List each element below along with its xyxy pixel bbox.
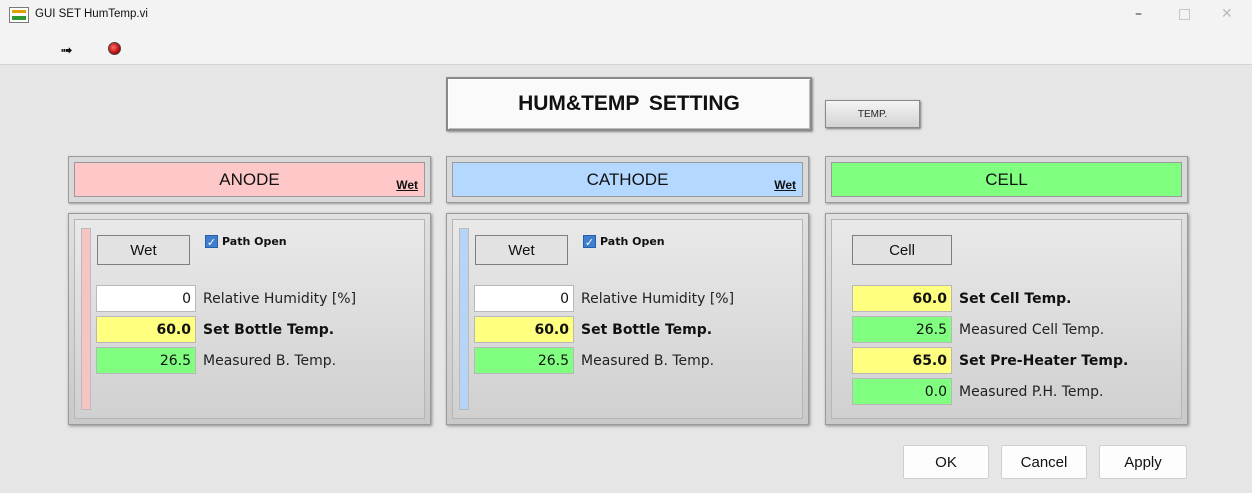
- cathode-header-bar: CATHODE Wet: [452, 162, 803, 197]
- anode-panel-body: Wet ✓ Path Open 0 Relative Humidity [%] …: [74, 219, 425, 419]
- cell-mode-button[interactable]: Cell: [852, 235, 952, 265]
- cell-header-label: CELL: [985, 169, 1028, 189]
- anode-color-stripe: [81, 228, 91, 410]
- cathode-path-open-checkbox[interactable]: ✓ Path Open: [583, 235, 665, 249]
- anode-wet-button[interactable]: Wet: [97, 235, 190, 265]
- cell-header-bar: CELL: [831, 162, 1182, 197]
- cathode-measured-field: 26.5: [474, 347, 574, 374]
- cell-set-temp-field[interactable]: 60.0: [852, 285, 952, 312]
- anode-measured-field: 26.5: [96, 347, 196, 374]
- minimize-button[interactable]: –: [1135, 6, 1142, 22]
- window-title: GUI SET HumTemp.vi: [35, 8, 148, 20]
- cell-set-preheater-label: Set Pre-Heater Temp.: [959, 352, 1129, 369]
- cathode-set-bottle-row: 60.0 Set Bottle Temp.: [474, 315, 712, 344]
- cathode-measured-row: 26.5 Measured B. Temp.: [474, 346, 714, 375]
- cell-set-temp-row: 60.0 Set Cell Temp.: [852, 284, 1072, 313]
- cathode-measured-label: Measured B. Temp.: [581, 352, 715, 369]
- ok-button[interactable]: OK: [903, 445, 989, 479]
- anode-set-bottle-label: Set Bottle Temp.: [203, 321, 335, 338]
- cathode-rh-row: 0 Relative Humidity [%]: [474, 284, 734, 313]
- cathode-set-bottle-field[interactable]: 60.0: [474, 316, 574, 343]
- cathode-mode-tag: Wet: [774, 178, 796, 192]
- checkbox-checked-icon: ✓: [583, 235, 596, 249]
- cathode-rh-label: Relative Humidity [%]: [581, 290, 735, 307]
- vi-toolbar: [0, 38, 1252, 65]
- anode-path-open-label: Path Open: [222, 235, 287, 248]
- cell-set-temp-label: Set Cell Temp.: [959, 290, 1072, 307]
- anode-rh-label: Relative Humidity [%]: [203, 290, 357, 307]
- anode-header-label: ANODE: [219, 169, 280, 189]
- maximize-button[interactable]: □: [1178, 6, 1191, 22]
- cell-header: CELL: [825, 156, 1188, 203]
- run-arrow-icon[interactable]: ➟: [60, 41, 73, 59]
- anode-mode-tag: Wet: [396, 178, 418, 192]
- page-title-text: HUM&TEMP SETTING: [518, 92, 740, 115]
- anode-path-open-checkbox[interactable]: ✓ Path Open: [205, 235, 287, 249]
- cathode-panel-body: Wet ✓ Path Open 0 Relative Humidity [%] …: [452, 219, 803, 419]
- anode-set-bottle-row: 60.0 Set Bottle Temp.: [96, 315, 334, 344]
- page-title: HUM&TEMP SETTING: [446, 77, 812, 131]
- cell-measured-ph-field: 0.0: [852, 378, 952, 405]
- close-button[interactable]: ✕: [1221, 6, 1233, 22]
- apply-button[interactable]: Apply: [1099, 445, 1187, 479]
- anode-measured-row: 26.5 Measured B. Temp.: [96, 346, 336, 375]
- cathode-rh-field[interactable]: 0: [474, 285, 574, 312]
- cathode-header-label: CATHODE: [586, 169, 669, 189]
- cathode-wet-button[interactable]: Wet: [475, 235, 568, 265]
- cathode-path-open-label: Path Open: [600, 235, 665, 248]
- cancel-button[interactable]: Cancel: [1001, 445, 1087, 479]
- window-titlebar: GUI SET HumTemp.vi – □ ✕: [0, 0, 1252, 38]
- cell-measured-temp-label: Measured Cell Temp.: [959, 321, 1105, 338]
- anode-rh-row: 0 Relative Humidity [%]: [96, 284, 356, 313]
- anode-measured-label: Measured B. Temp.: [203, 352, 337, 369]
- checkbox-checked-icon: ✓: [205, 235, 218, 249]
- temp-button[interactable]: TEMP.: [825, 100, 920, 128]
- anode-header: ANODE Wet: [68, 156, 431, 203]
- abort-stop-icon[interactable]: [108, 42, 121, 55]
- cathode-color-stripe: [459, 228, 469, 410]
- cell-measured-temp-row: 26.5 Measured Cell Temp.: [852, 315, 1104, 344]
- cell-set-preheater-row: 65.0 Set Pre-Heater Temp.: [852, 346, 1128, 375]
- cathode-panel: Wet ✓ Path Open 0 Relative Humidity [%] …: [446, 213, 809, 425]
- cathode-header: CATHODE Wet: [446, 156, 809, 203]
- cathode-set-bottle-label: Set Bottle Temp.: [581, 321, 713, 338]
- cell-measured-ph-row: 0.0 Measured P.H. Temp.: [852, 377, 1104, 406]
- cell-set-preheater-field[interactable]: 65.0: [852, 347, 952, 374]
- app-icon: [9, 7, 29, 23]
- cell-panel: Cell 60.0 Set Cell Temp. 26.5 Measured C…: [825, 213, 1188, 425]
- cell-measured-ph-label: Measured P.H. Temp.: [959, 383, 1104, 400]
- anode-set-bottle-field[interactable]: 60.0: [96, 316, 196, 343]
- anode-header-bar: ANODE Wet: [74, 162, 425, 197]
- cell-panel-body: Cell 60.0 Set Cell Temp. 26.5 Measured C…: [831, 219, 1182, 419]
- anode-rh-field[interactable]: 0: [96, 285, 196, 312]
- cell-measured-temp-field: 26.5: [852, 316, 952, 343]
- anode-panel: Wet ✓ Path Open 0 Relative Humidity [%] …: [68, 213, 431, 425]
